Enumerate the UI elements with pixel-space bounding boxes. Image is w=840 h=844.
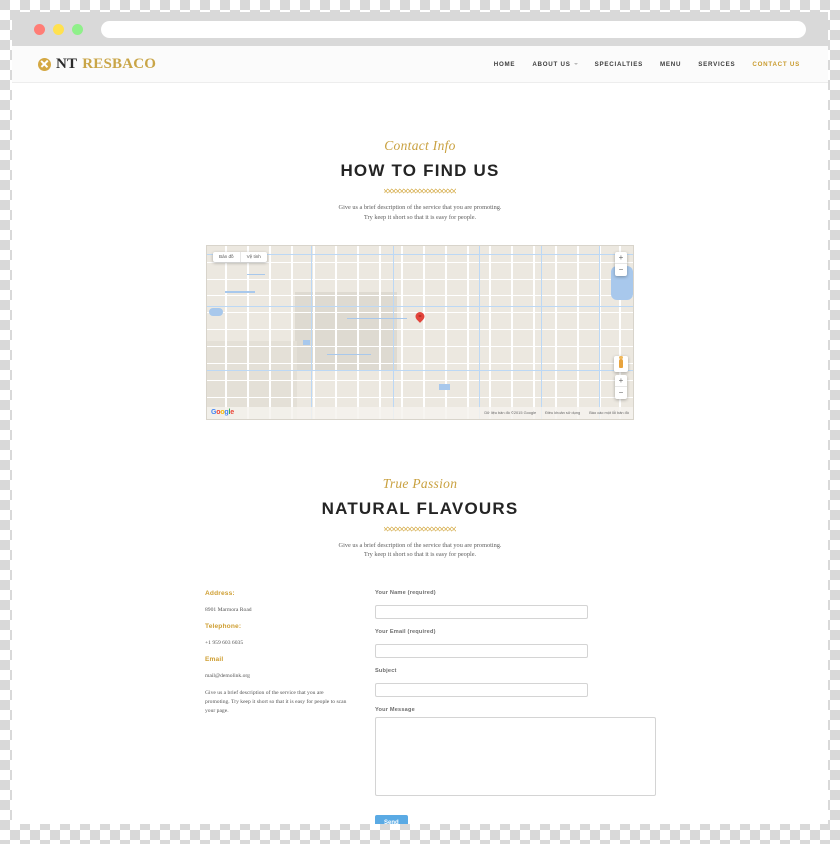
- map-attribution: Dữ liệu bản đồ ©2015 Google Điều khoản s…: [484, 410, 629, 415]
- google-logo[interactable]: Google: [211, 409, 234, 416]
- map-type-satellite-button[interactable]: Vệ tinh: [241, 252, 267, 263]
- your-email-input[interactable]: [375, 644, 588, 658]
- map-canvas[interactable]: [207, 245, 633, 419]
- address-label: Address:: [205, 590, 235, 597]
- map-type-control[interactable]: Bản đồ Vệ tinh: [213, 251, 267, 263]
- zigzag-divider-icon-2: [384, 525, 456, 532]
- nav-item-home[interactable]: HOME: [494, 61, 516, 68]
- section-description-line2: Try keep it short so that it is easy for…: [363, 213, 477, 221]
- address-bar[interactable]: [101, 20, 806, 38]
- field-your-name: Your Name (required): [375, 590, 656, 619]
- send-button[interactable]: Send: [375, 815, 408, 824]
- logo-text-primary: NT: [56, 55, 78, 72]
- close-window-button[interactable]: [34, 23, 45, 35]
- address-value: 8901 Marmora Road: [205, 607, 252, 613]
- map-report-error-link[interactable]: Báo cáo một lỗi bản đồ: [589, 410, 629, 415]
- subject-label: Subject: [375, 668, 397, 674]
- chevron-down-icon: [573, 62, 578, 65]
- x-circle-icon: [38, 57, 51, 71]
- map-data-attribution: Dữ liệu bản đồ ©2015 Google: [484, 410, 537, 415]
- nav-item-menu[interactable]: MENU: [660, 61, 681, 68]
- email-label: Email: [205, 656, 224, 663]
- subject-input[interactable]: [375, 683, 588, 697]
- section-natural-flavours: True Passion NATURAL FLAVOURS Give us a …: [12, 420, 828, 561]
- map-zoom-control[interactable]: + −: [615, 374, 627, 399]
- field-subject: Subject: [375, 668, 656, 697]
- site-header: NT RESBACO HOME ABOUT US SPECIALTIES MEN…: [12, 46, 828, 83]
- section-headline: HOW TO FIND US: [340, 161, 500, 180]
- browser-chrome-bar: [12, 12, 828, 46]
- your-message-textarea[interactable]: [375, 717, 656, 796]
- contact-form: Your Name (required) Your Email (require…: [375, 590, 656, 824]
- section-headline-2: NATURAL FLAVOURS: [321, 498, 519, 518]
- contact-paragraph: Give us a brief description of the servi…: [205, 690, 347, 715]
- your-name-label: Your Name (required): [375, 590, 436, 596]
- page-viewport: NT RESBACO HOME ABOUT US SPECIALTIES MEN…: [12, 46, 828, 824]
- section-description-line1: Give us a brief description of the servi…: [338, 204, 502, 211]
- nav-item-about-us-label: ABOUT US: [532, 60, 571, 68]
- page-content: Contact Info HOW TO FIND US Give us a br…: [12, 83, 828, 824]
- nav-item-contact-us[interactable]: CONTACT US: [752, 61, 800, 68]
- map-terms-link[interactable]: Điều khoản sử dụng: [545, 410, 580, 415]
- map-zoom-in-button-bottom[interactable]: +: [615, 375, 627, 387]
- email-value[interactable]: mail@demolink.org: [205, 673, 347, 679]
- map-footer: Google Dữ liệu bản đồ ©2015 Google Điều …: [207, 406, 633, 419]
- field-your-email: Your Email (required): [375, 629, 656, 658]
- map-fullscreen-control[interactable]: + −: [615, 251, 627, 276]
- telephone-value: +1 959 603 6035: [205, 640, 244, 646]
- map-zoom-in-button[interactable]: +: [615, 252, 627, 264]
- maximize-window-button[interactable]: [72, 23, 83, 35]
- minimize-window-button[interactable]: [53, 23, 64, 35]
- your-name-input[interactable]: [375, 605, 588, 619]
- telephone-label: Telephone:: [205, 623, 242, 630]
- your-email-label: Your Email (required): [375, 629, 436, 635]
- map-zoom-out-button[interactable]: −: [615, 264, 627, 276]
- map-type-roadmap-button[interactable]: Bản đồ: [213, 251, 241, 263]
- nav-item-specialties[interactable]: SPECIALTIES: [595, 61, 643, 68]
- google-map-embed[interactable]: Bản đồ Vệ tinh + − + − Google Dữ liệu bả…: [206, 244, 634, 420]
- section-eyebrow-2: True Passion: [382, 475, 458, 491]
- section-description: Give us a brief description of the servi…: [12, 203, 828, 223]
- contact-section: Address: 8901 Marmora Road Telephone: +1…: [205, 590, 656, 824]
- location-marker-icon[interactable]: [416, 312, 425, 325]
- street-view-pegman-icon[interactable]: [614, 355, 628, 372]
- your-message-label: Your Message: [375, 707, 415, 713]
- window-controls: [34, 23, 83, 35]
- logo-text-secondary: RESBACO: [82, 55, 157, 72]
- site-logo[interactable]: NT RESBACO: [38, 56, 156, 73]
- nav-item-about-us[interactable]: ABOUT US: [532, 60, 578, 68]
- section-eyebrow: Contact Info: [384, 138, 456, 153]
- main-navigation: HOME ABOUT US SPECIALTIES MENU SERVICES …: [494, 61, 800, 68]
- map-zoom-out-button-bottom[interactable]: −: [615, 387, 627, 399]
- section-description-2: Give us a brief description of the servi…: [12, 541, 828, 561]
- browser-window: NT RESBACO HOME ABOUT US SPECIALTIES MEN…: [12, 12, 828, 824]
- zigzag-divider-icon: [384, 188, 456, 194]
- contact-info-column: Address: 8901 Marmora Road Telephone: +1…: [205, 590, 347, 824]
- field-your-message: Your Message: [375, 707, 656, 801]
- section-how-to-find-us: Contact Info HOW TO FIND US Give us a br…: [12, 83, 828, 420]
- nav-item-services[interactable]: SERVICES: [698, 61, 735, 68]
- section-description-2-line1: Give us a brief description of the servi…: [338, 541, 502, 549]
- section-description-2-line2: Try keep it short so that it is easy for…: [363, 551, 477, 559]
